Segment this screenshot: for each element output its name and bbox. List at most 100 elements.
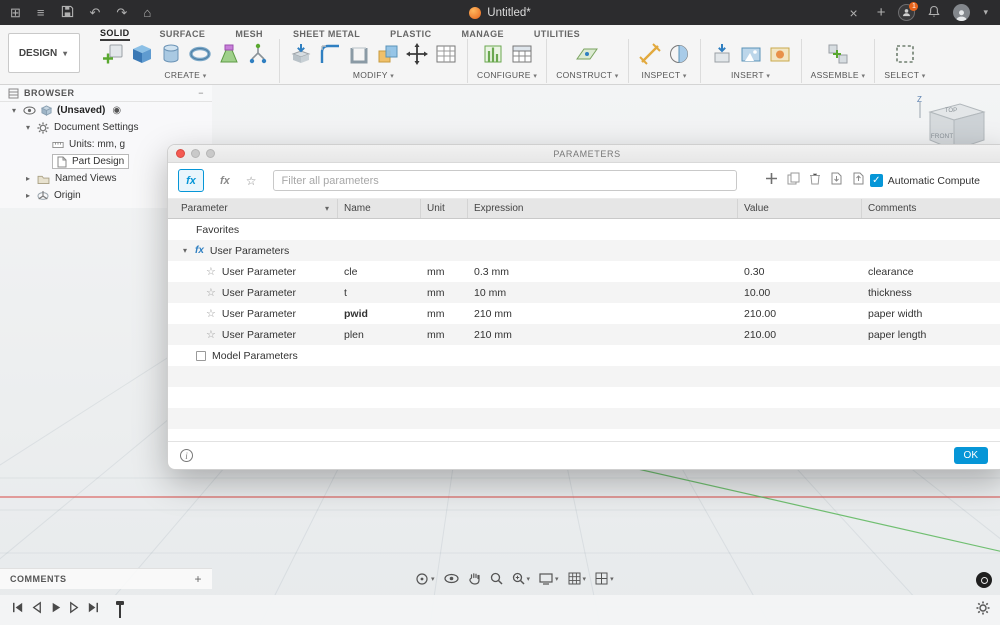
combine-icon[interactable] <box>376 42 400 66</box>
group-inspect-label[interactable]: INSPECT ▾ <box>641 70 686 80</box>
group-construct-label[interactable]: CONSTRUCT ▾ <box>556 70 618 80</box>
group-configure-label[interactable]: CONFIGURE ▾ <box>477 70 537 80</box>
workspace-selector-button[interactable]: DESIGN ▾ <box>8 33 80 73</box>
param-comments[interactable]: clearance <box>862 266 1000 278</box>
add-parameter-icon[interactable] <box>765 172 778 190</box>
column-parameter[interactable]: Parameter ▾ <box>168 199 338 218</box>
home-icon[interactable]: ⌂ <box>143 6 151 19</box>
param-name[interactable]: t <box>338 287 421 299</box>
create-derive-icon[interactable] <box>246 42 270 66</box>
import-parameters-icon[interactable] <box>830 172 843 190</box>
create-box-icon[interactable] <box>130 42 154 66</box>
named-views-label[interactable]: Named Views <box>55 173 117 184</box>
user-menu-chevron-icon[interactable]: ▾ <box>983 8 988 17</box>
look-at-icon[interactable] <box>443 573 459 584</box>
table-row[interactable]: ☆ User Parameter pwid mm 210 mm 210.00 p… <box>168 303 1000 324</box>
duplicate-parameter-icon[interactable] <box>787 172 800 190</box>
insert-mesh-icon[interactable] <box>710 42 734 66</box>
section-row-favorites[interactable]: Favorites <box>168 219 1000 240</box>
column-value[interactable]: Value <box>738 199 862 218</box>
caret-right-icon[interactable]: ▸ <box>24 174 32 183</box>
delete-parameter-icon[interactable] <box>809 172 821 190</box>
browser-header[interactable]: BROWSER − <box>0 85 212 102</box>
param-comments[interactable]: paper length <box>862 329 1000 341</box>
column-expression[interactable]: Expression <box>468 199 738 218</box>
browser-row-root[interactable]: ▾ (Unsaved) ◉ <box>0 102 212 119</box>
browser-collapse-icon[interactable]: − <box>198 88 204 98</box>
grid-snaps-icon[interactable]: ▾ <box>568 572 587 585</box>
step-forward-icon[interactable] <box>67 600 82 620</box>
caret-right-icon[interactable]: ▸ <box>24 191 32 200</box>
table-row[interactable]: ☆ User Parameter cle mm 0.3 mm 0.30 clea… <box>168 261 1000 282</box>
browser-row-document-settings[interactable]: ▾ Document Settings <box>0 119 212 136</box>
part-design-selected-box[interactable]: Part Design <box>52 154 130 169</box>
step-back-icon[interactable] <box>29 600 44 620</box>
close-tab-icon[interactable]: × <box>850 6 858 20</box>
pan-icon[interactable] <box>468 572 481 585</box>
info-icon[interactable]: i <box>180 449 193 462</box>
new-component-icon[interactable] <box>101 42 125 66</box>
minimize-window-button[interactable] <box>191 149 200 158</box>
automatic-compute-toggle[interactable]: ✓ Automatic Compute <box>869 174 996 187</box>
table-row[interactable]: ☆ User Parameter t mm 10 mm 10.00 thickn… <box>168 282 1000 303</box>
construction-plane-icon[interactable] <box>575 42 599 66</box>
export-parameters-icon[interactable] <box>852 172 865 190</box>
insert-canvas-icon[interactable] <box>739 42 763 66</box>
play-icon[interactable] <box>48 600 63 620</box>
param-name[interactable]: pwid <box>338 308 421 320</box>
group-insert-label[interactable]: INSERT ▾ <box>731 70 770 80</box>
select-icon[interactable] <box>893 42 917 66</box>
capture-position-icon[interactable]: ◉ <box>112 105 121 116</box>
caret-down-icon[interactable]: ▾ <box>181 246 189 255</box>
fit-icon[interactable]: ▾ <box>512 572 531 585</box>
fillet-icon[interactable] <box>318 42 342 66</box>
units-label[interactable]: Units: mm, g <box>69 139 125 150</box>
configuration-table-icon[interactable] <box>510 42 534 66</box>
create-torus-icon[interactable] <box>188 42 212 66</box>
shell-icon[interactable] <box>347 42 371 66</box>
favorite-star-icon[interactable]: ☆ <box>206 328 216 341</box>
create-cylinder-icon[interactable] <box>159 42 183 66</box>
user-parameters-filter-icon[interactable]: fx <box>220 175 230 187</box>
column-name[interactable]: Name <box>338 199 421 218</box>
comments-panel[interactable]: COMMENTS + <box>0 568 212 589</box>
root-component-label[interactable]: (Unsaved) <box>57 105 105 116</box>
redo-icon[interactable]: ↷ <box>116 6 127 19</box>
visibility-eye-icon[interactable] <box>23 106 36 115</box>
caret-down-icon[interactable]: ▾ <box>24 123 32 132</box>
create-loft-icon[interactable] <box>217 42 241 66</box>
press-pull-icon[interactable] <box>289 42 313 66</box>
file-menu-icon[interactable]: ≡ <box>37 6 45 19</box>
orbit-icon[interactable]: ▾ <box>415 572 435 586</box>
section-row-model-parameters[interactable]: Model Parameters <box>168 345 1000 366</box>
skip-to-end-icon[interactable] <box>86 600 101 620</box>
add-comment-icon[interactable]: + <box>194 572 202 586</box>
checkbox-checked-icon[interactable]: ✓ <box>869 174 883 187</box>
timeline-settings-gear-icon[interactable] <box>976 601 990 620</box>
zoom-icon[interactable] <box>490 572 503 585</box>
caret-down-icon[interactable]: ▾ <box>527 575 531 583</box>
column-unit[interactable]: Unit <box>421 199 468 218</box>
display-settings-icon[interactable]: ▾ <box>539 572 559 585</box>
notifications-bell-icon[interactable] <box>928 5 941 20</box>
save-icon[interactable] <box>61 5 74 20</box>
caret-down-icon[interactable]: ▾ <box>583 575 587 583</box>
section-row-user-parameters[interactable]: ▾ fx User Parameters <box>168 240 1000 261</box>
filter-caret-icon[interactable]: ▾ <box>323 204 331 213</box>
param-expression[interactable]: 10 mm <box>468 287 738 299</box>
param-expression[interactable]: 210 mm <box>468 308 738 320</box>
ok-button[interactable]: OK <box>953 447 988 464</box>
undo-icon[interactable]: ↶ <box>90 6 101 19</box>
caret-down-icon[interactable]: ▾ <box>555 575 559 583</box>
favorite-star-icon[interactable]: ☆ <box>206 265 216 278</box>
caret-down-icon[interactable]: ▾ <box>431 575 435 583</box>
param-expression[interactable]: 210 mm <box>468 329 738 341</box>
favorite-star-icon[interactable]: ☆ <box>206 286 216 299</box>
dialog-titlebar[interactable]: PARAMETERS <box>168 145 1000 163</box>
favorite-star-icon[interactable]: ☆ <box>206 307 216 320</box>
column-comments[interactable]: Comments <box>862 199 1000 218</box>
param-comments[interactable]: thickness <box>862 287 1000 299</box>
favorites-filter-star-icon[interactable]: ☆ <box>246 174 257 188</box>
skip-to-start-icon[interactable] <box>10 600 25 620</box>
zoom-window-button[interactable] <box>206 149 215 158</box>
